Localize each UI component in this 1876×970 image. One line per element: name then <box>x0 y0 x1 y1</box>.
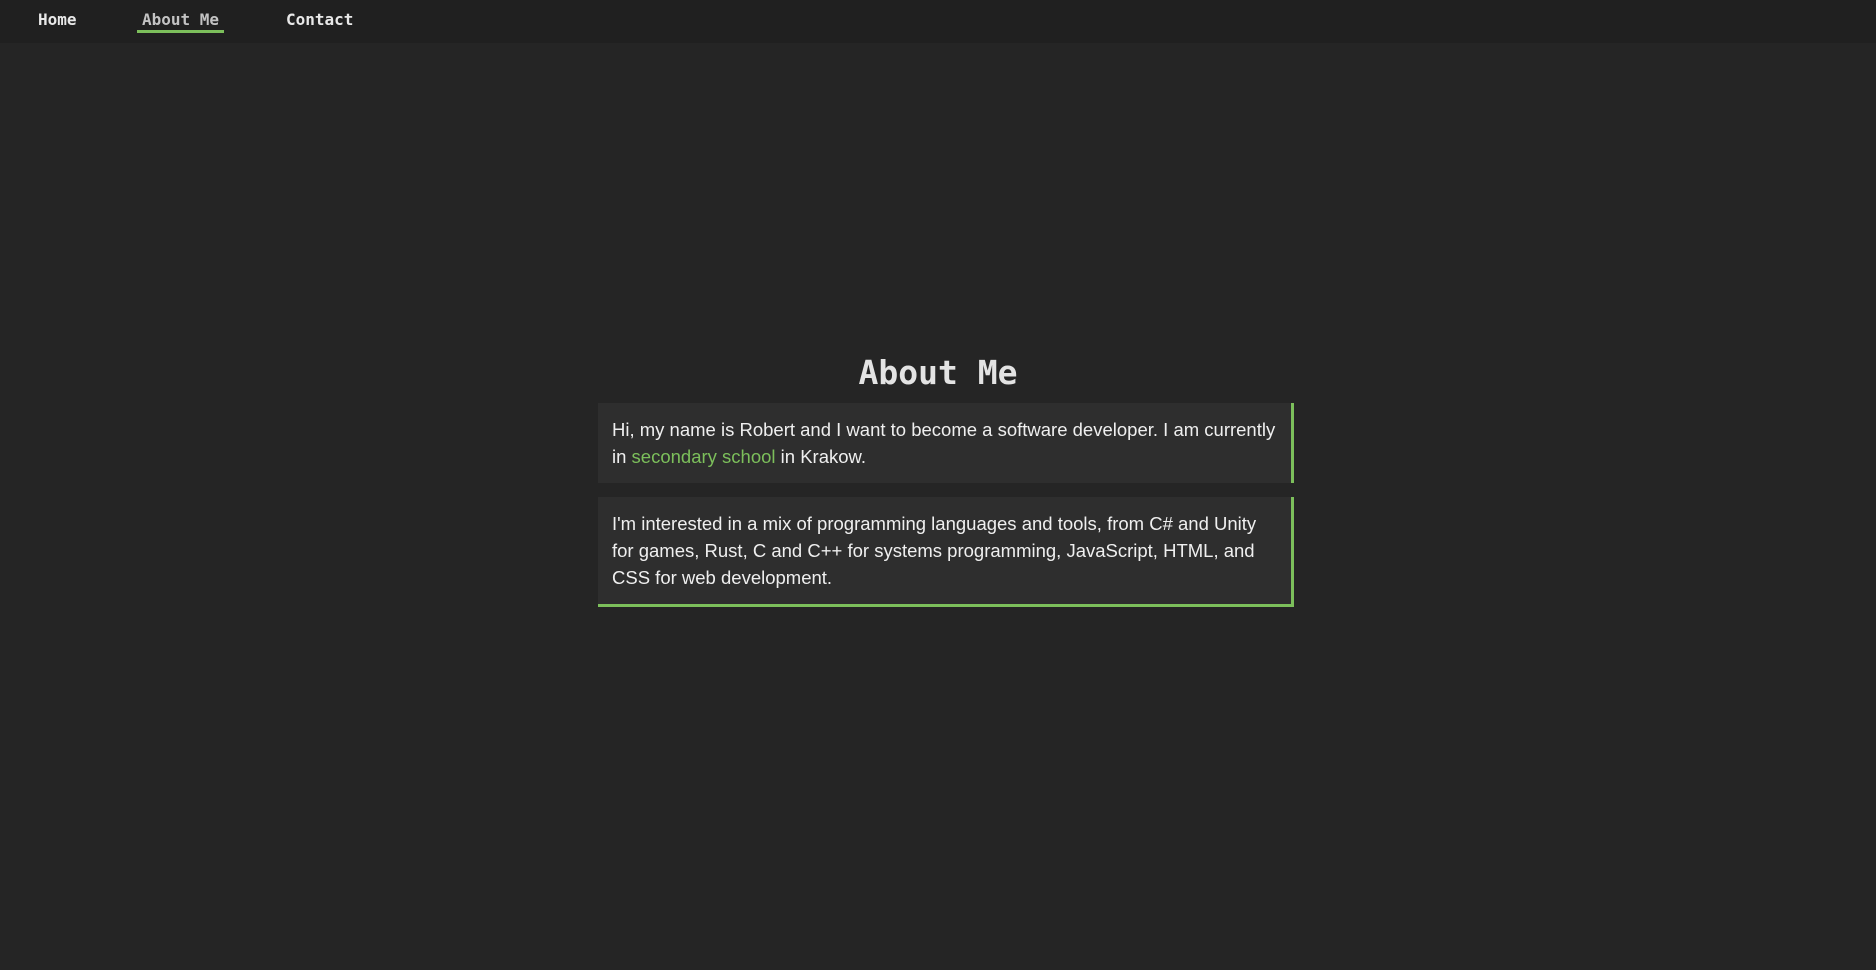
page-title: About Me <box>858 353 1018 392</box>
nav-link-home[interactable]: Home <box>38 10 77 29</box>
interests-text: I'm interested in a mix of programming l… <box>612 513 1257 588</box>
top-navbar: Home About Me Contact <box>0 0 1876 43</box>
interests-card: I'm interested in a mix of programming l… <box>598 497 1294 607</box>
nav-link-about-me[interactable]: About Me <box>137 10 225 33</box>
school-highlight: secondary school <box>631 446 776 467</box>
nav-link-contact[interactable]: Contact <box>286 10 353 29</box>
intro-text-end: in Krakow. <box>775 446 867 467</box>
intro-card: Hi, my name is Robert and I want to beco… <box>598 403 1294 483</box>
